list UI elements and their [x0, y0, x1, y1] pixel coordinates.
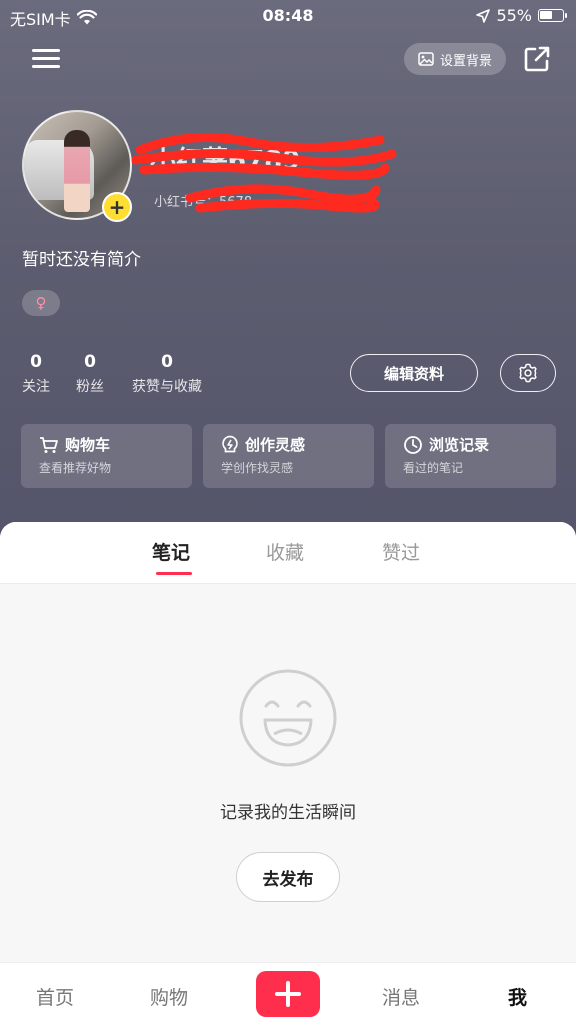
location-arrow-icon — [476, 8, 491, 23]
bottom-nav: 首页 购物 消息 我 — [0, 962, 576, 1024]
battery-fill — [540, 11, 552, 19]
stat-value: 0 — [30, 352, 42, 372]
menu-icon[interactable] — [30, 46, 62, 72]
publish-button[interactable]: 去发布 — [236, 852, 340, 902]
stat-label: 获赞与收藏 — [132, 379, 202, 395]
tab-notes[interactable]: 笔记 — [152, 538, 190, 565]
set-background-button[interactable]: 设置背景 — [404, 43, 506, 75]
menu-line — [32, 57, 60, 60]
profile-tabs: 笔记 收藏 赞过 — [0, 522, 576, 584]
card-subtitle: 看过的笔记 — [403, 461, 464, 475]
stat-likes-collects[interactable]: 0 获赞与收藏 — [132, 352, 202, 396]
gender-female-icon: ♀ — [22, 290, 60, 316]
card-title-text: 创作灵感 — [245, 436, 306, 454]
nav-home[interactable]: 首页 — [36, 983, 74, 1010]
set-background-label: 设置背景 — [439, 53, 492, 69]
gear-icon — [519, 363, 537, 383]
nav-me[interactable]: 我 — [508, 983, 527, 1010]
edit-profile-button[interactable]: 编辑资料 — [350, 354, 478, 392]
nav-create-button[interactable] — [256, 971, 320, 1017]
card-browse-history[interactable]: 浏览记录 看过的笔记 — [385, 424, 556, 488]
card-subtitle: 学创作找灵感 — [221, 461, 294, 475]
bulb-icon — [222, 435, 238, 452]
content-panel: 笔记 收藏 赞过 记录我的生活瞬间 去发布 — [0, 522, 576, 962]
stat-value: 0 — [84, 352, 96, 372]
stat-followers[interactable]: 0 粉丝 — [76, 352, 104, 396]
card-creative-inspiration[interactable]: 创作灵感 学创作找灵感 — [203, 424, 374, 488]
avatar-photo-person — [64, 130, 90, 212]
empty-state-message: 记录我的生活瞬间 — [220, 803, 356, 823]
stat-label: 粉丝 — [76, 379, 104, 395]
user-id-label: 小红书号： — [154, 195, 220, 210]
battery-icon — [538, 9, 567, 22]
menu-line — [32, 49, 60, 52]
status-bar: 无SIM卡 08:48 55% — [0, 0, 576, 32]
card-title-text: 浏览记录 — [429, 436, 490, 454]
card-title: 浏览记录 — [403, 434, 556, 455]
menu-line — [32, 65, 60, 68]
card-subtitle: 查看推荐好物 — [39, 461, 112, 475]
share-icon[interactable] — [522, 44, 552, 74]
settings-button[interactable] — [500, 354, 556, 392]
user-id: 小红书号：5678 — [154, 191, 252, 210]
image-icon — [418, 52, 434, 66]
battery-percent: 55% — [496, 6, 532, 25]
tab-liked[interactable]: 赞过 — [382, 538, 420, 565]
tab-collections[interactable]: 收藏 — [266, 538, 304, 565]
card-shopping-cart[interactable]: 购物车 查看推荐好物 — [21, 424, 192, 488]
smiley-face-icon — [239, 669, 337, 767]
card-title-text: 购物车 — [65, 436, 111, 454]
nav-shopping[interactable]: 购物 — [150, 983, 188, 1010]
cart-icon — [40, 436, 58, 453]
profile-header: 无SIM卡 08:48 55% 设置背景 + 小红薯6789 小红书号：5678… — [0, 0, 576, 560]
avatar-add-button[interactable]: + — [102, 192, 132, 222]
bio-text: 暂时还没有简介 — [22, 250, 141, 270]
clock-icon — [404, 435, 422, 454]
username: 小红薯6789 — [150, 146, 301, 176]
card-title: 创作灵感 — [221, 434, 374, 455]
card-title: 购物车 — [39, 434, 192, 455]
nav-messages[interactable]: 消息 — [382, 983, 420, 1010]
stat-following[interactable]: 0 关注 — [22, 352, 50, 396]
active-tab-indicator — [156, 572, 192, 575]
stat-label: 关注 — [22, 379, 50, 395]
status-right: 55% — [476, 6, 567, 25]
plus-icon — [275, 981, 301, 1007]
stat-value: 0 — [161, 352, 173, 372]
user-id-value: 5678 — [219, 195, 253, 210]
